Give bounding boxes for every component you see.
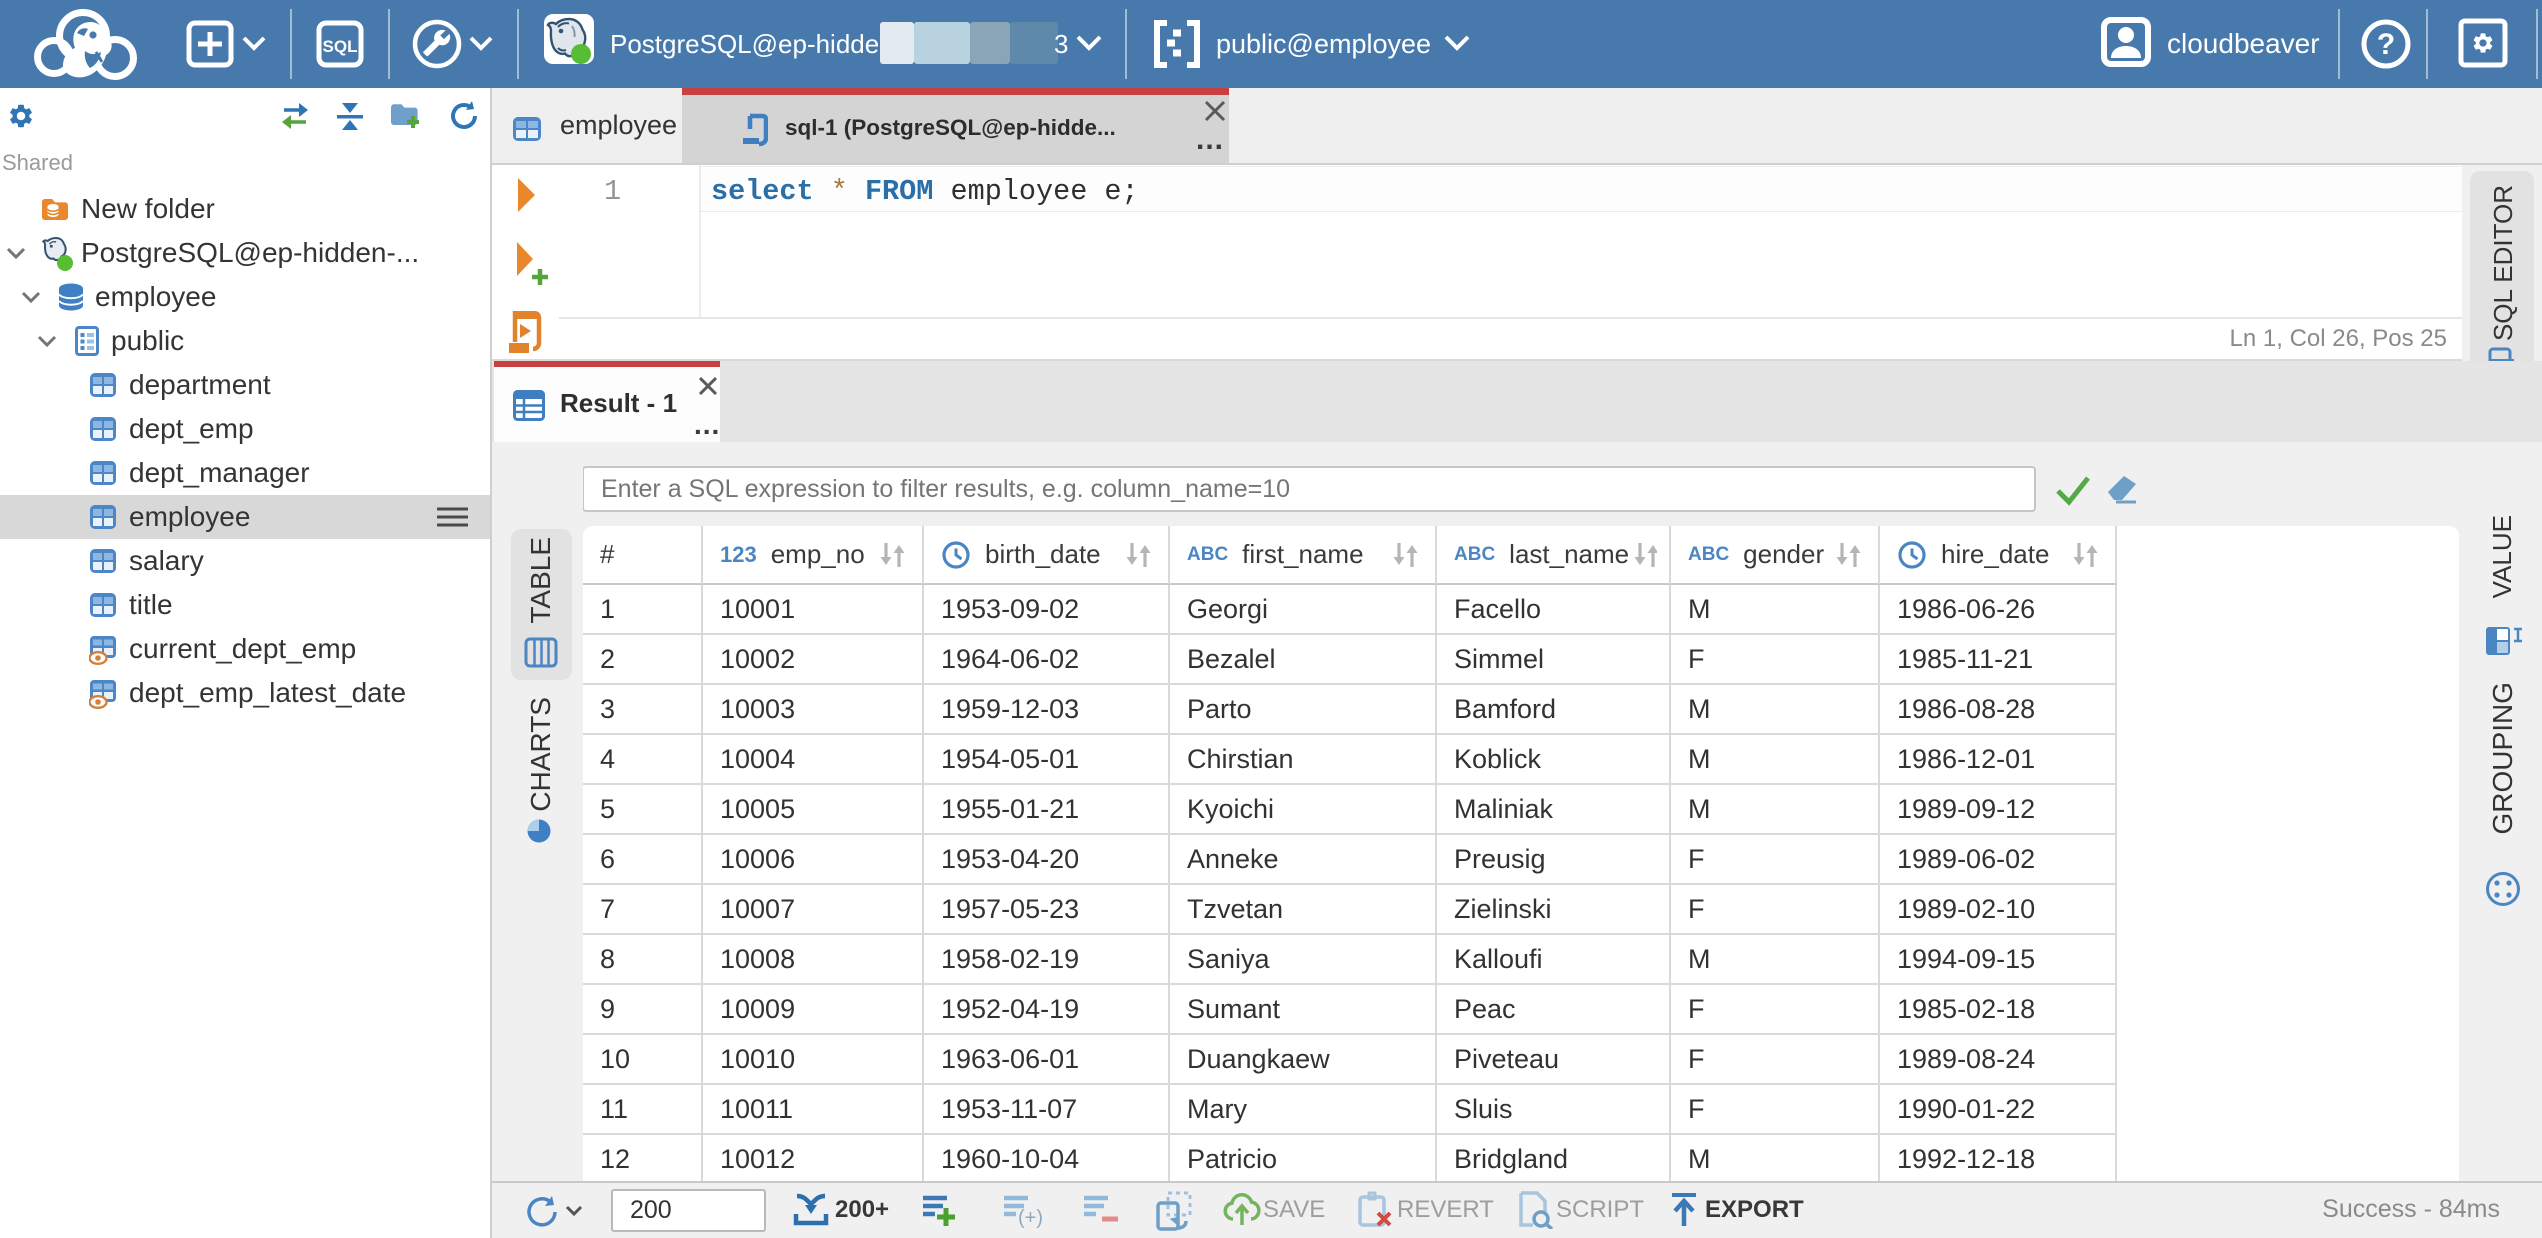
svg-text:(+): (+) <box>1018 1207 1042 1229</box>
svg-text:SQL: SQL <box>323 37 358 56</box>
svg-text:?: ? <box>2377 28 2395 61</box>
